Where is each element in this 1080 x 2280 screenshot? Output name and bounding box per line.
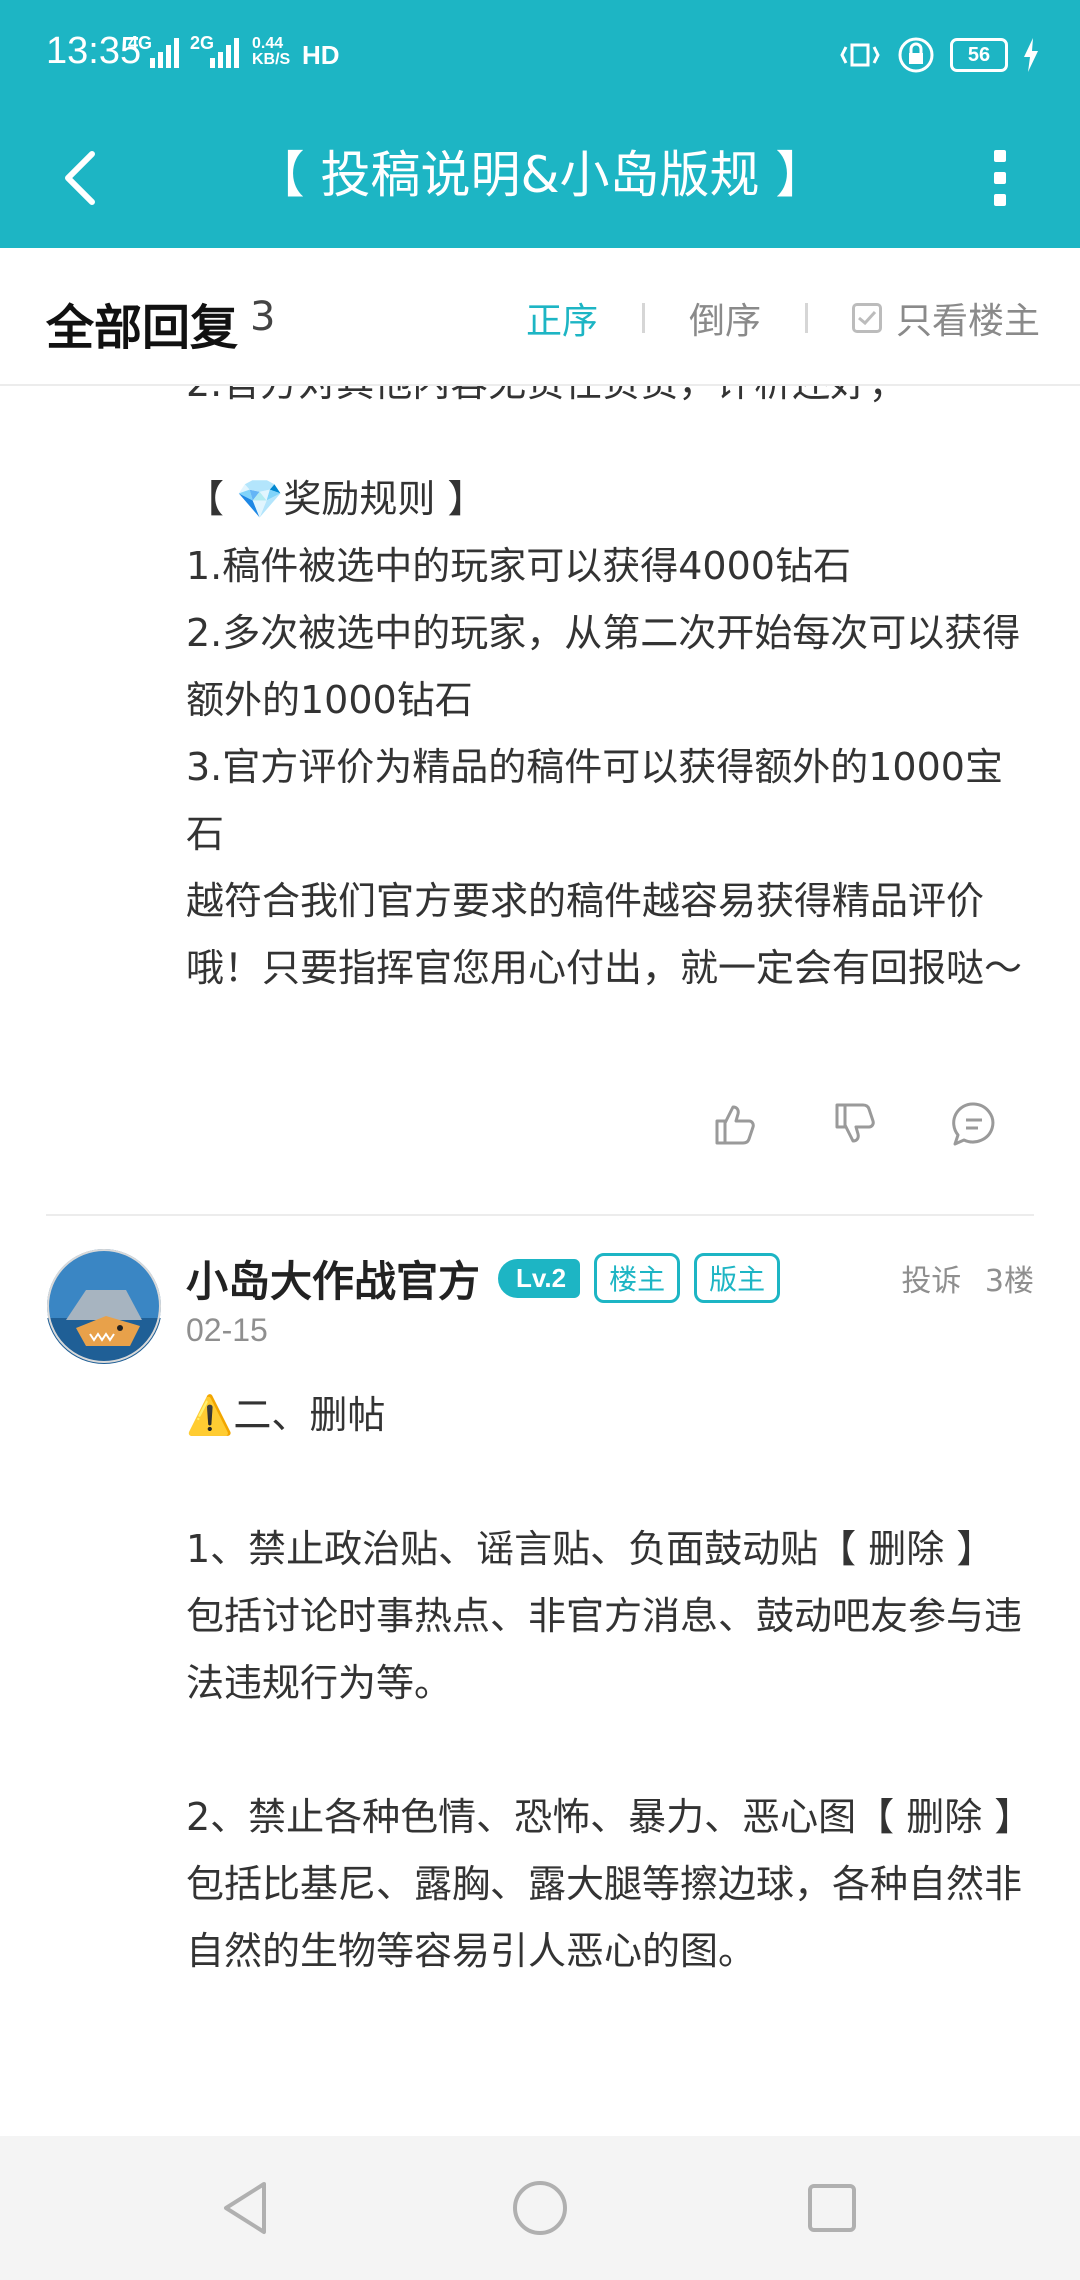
replies-list[interactable]: 2.官方对其他内容无责任负责，评析还好； 【 💎奖励规则 】 1.稿件被选中的玩… [0, 386, 1080, 2136]
nav-back-button[interactable] [210, 2172, 282, 2244]
owner-tag: 楼主 [594, 1253, 681, 1303]
replies-title: 全部回复 [46, 300, 239, 356]
sort-ascending-button[interactable]: 正序 [526, 292, 598, 344]
network-speed: 0.44 KB/S [252, 35, 291, 68]
vibrate-icon [840, 43, 880, 67]
author-name[interactable]: 小岛大作战官方 [186, 1248, 480, 1309]
author-row: 小岛大作战官方 Lv.2 楼主 版主 [186, 1246, 781, 1310]
like-button[interactable] [706, 1094, 766, 1154]
nav-home-button[interactable] [504, 2172, 576, 2244]
more-menu-button[interactable] [960, 138, 1040, 218]
lock-rotation-icon [898, 37, 934, 73]
avatar[interactable] [46, 1248, 162, 1364]
app-bar: 【 投稿说明&小岛版规 】 [0, 110, 1080, 248]
more-vertical-icon [994, 150, 1006, 162]
post-meta: 投诉 3楼 [901, 1256, 1034, 1300]
replies-header: 全部回复 3 正序 倒序 只看楼主 [0, 248, 1080, 386]
signal-icon-2 [210, 38, 239, 68]
sort-descending-button[interactable]: 倒序 [689, 292, 761, 344]
status-time: 13:35 [46, 30, 142, 72]
nav-recent-button[interactable] [796, 2172, 868, 2244]
battery-icon: 56 [950, 38, 1008, 72]
sort-controls: 正序 倒序 只看楼主 [526, 292, 1040, 344]
circle-home-icon [513, 2181, 567, 2235]
reply-actions [0, 1094, 1080, 1174]
post-date: 02-15 [186, 1312, 268, 1348]
triangle-back-icon [224, 2182, 266, 2234]
checkbox-icon [851, 303, 882, 333]
avatar-image [46, 1249, 162, 1364]
divider [804, 303, 808, 333]
thumbs-down-icon [835, 1103, 875, 1143]
charging-icon [1024, 38, 1038, 72]
chevron-left-icon [65, 151, 95, 205]
only-owner-toggle[interactable]: 只看楼主 [851, 292, 1040, 344]
replies-count: 3 [250, 294, 276, 340]
comment-icon [952, 1102, 995, 1146]
top-bar: 13:35 4G 2G 0.44 KB/S HD 56 【 投稿说明&小岛版规 … [0, 0, 1080, 248]
square-recent-icon [808, 2184, 856, 2232]
report-link[interactable]: 投诉 [901, 1264, 961, 1299]
signal-icon [150, 38, 179, 68]
back-button[interactable] [40, 138, 120, 218]
system-nav-bar [0, 2136, 1080, 2280]
moderator-tag: 版主 [694, 1253, 781, 1303]
only-owner-label: 只看楼主 [895, 301, 1040, 342]
status-bar: 13:35 4G 2G 0.44 KB/S HD 56 [0, 0, 1080, 110]
reply-body: 【 💎奖励规则 】 1.稿件被选中的玩家可以获得4000钻石 2.多次被选中的玩… [186, 477, 1023, 990]
page-title: 【 投稿说明&小岛版规 】 [254, 146, 826, 204]
dislike-button[interactable] [826, 1094, 886, 1154]
hd-indicator: HD [302, 40, 340, 70]
divider [641, 303, 645, 333]
status-right: 56 [838, 34, 1040, 76]
comment-button[interactable] [944, 1094, 1004, 1154]
level-badge: Lv.2 [498, 1258, 581, 1298]
clipped-text-line: 2.官方对其他内容无责任负责，评析还好； [186, 386, 906, 416]
reply-divider [46, 1214, 1034, 1216]
thumbs-up-icon [715, 1105, 755, 1145]
reply-body: ⚠️二、删帖 1、禁止政治贴、谣言贴、负面鼓动贴【 删除 】 包括讨论时事热点、… [186, 1393, 1033, 1973]
floor-number: 3楼 [984, 1264, 1034, 1299]
